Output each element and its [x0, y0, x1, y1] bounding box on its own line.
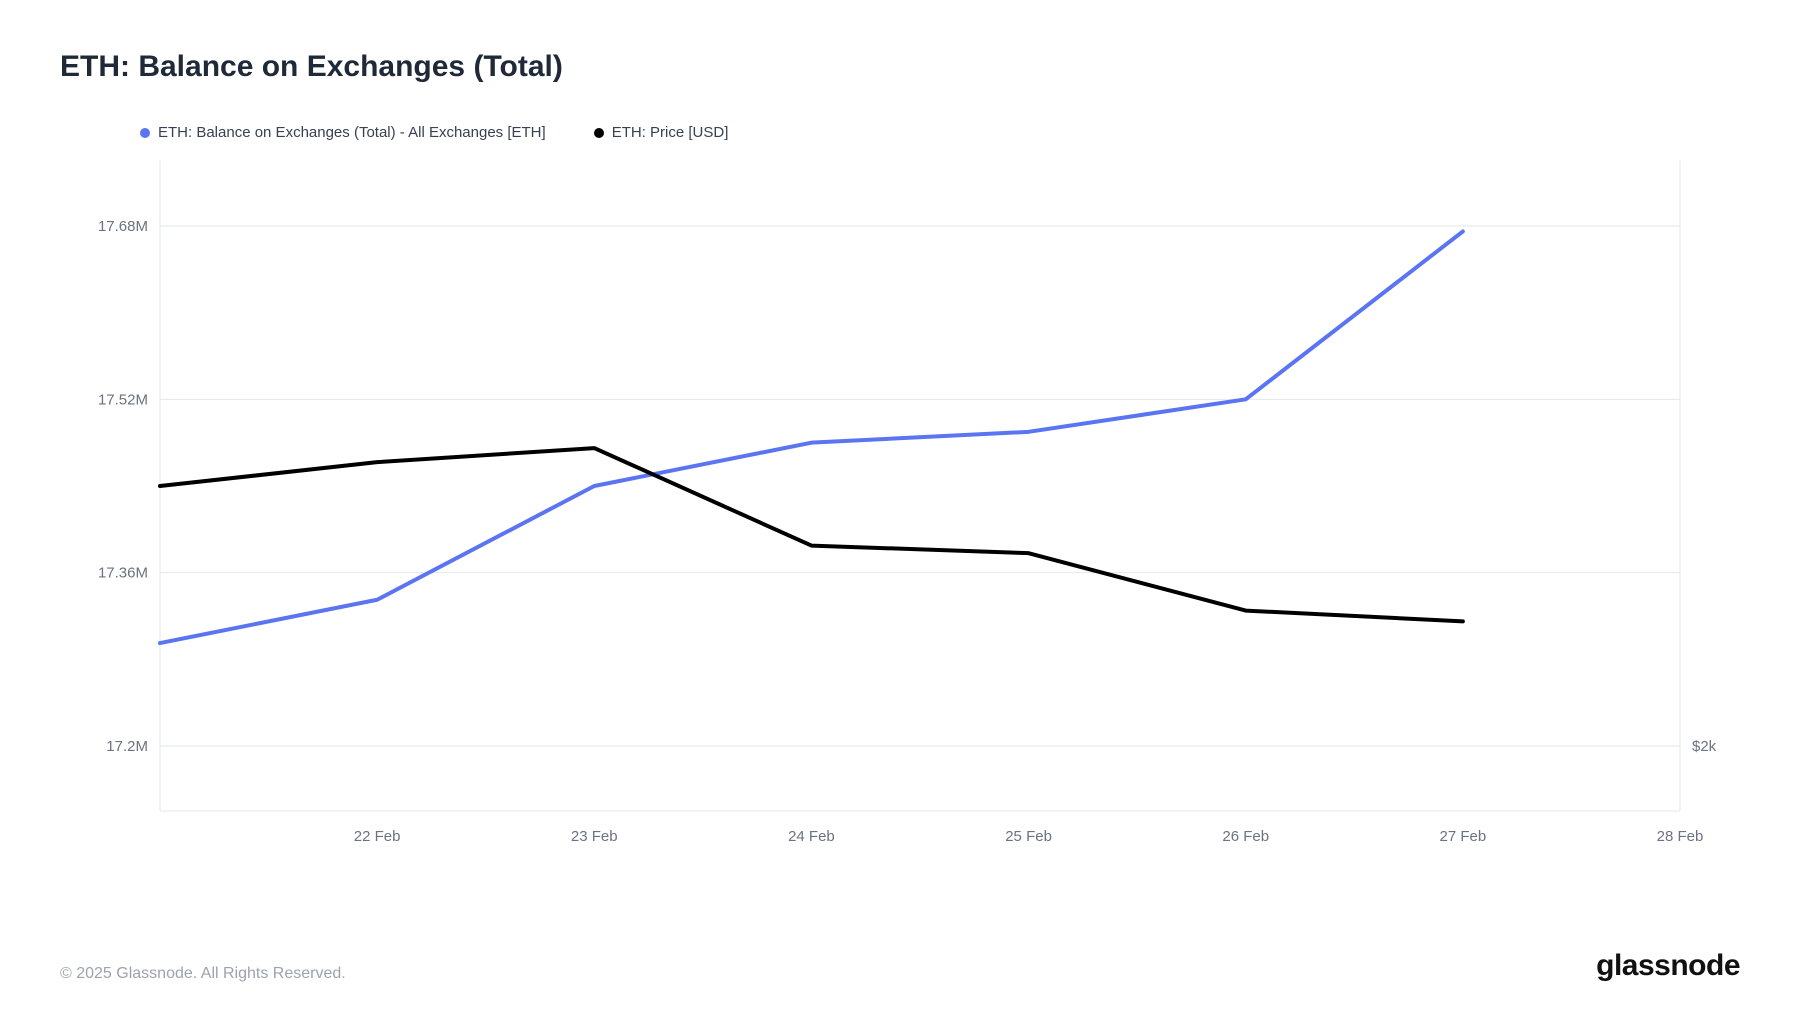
legend-dot-price: [594, 128, 604, 138]
y-left-tick-label: 17.36M: [98, 565, 148, 582]
legend-item-balance: ETH: Balance on Exchanges (Total) - All …: [140, 124, 546, 141]
copyright-text: © 2025 Glassnode. All Rights Reserved.: [60, 965, 346, 983]
y-left-tick-label: 17.68M: [98, 218, 148, 235]
legend-label-price: ETH: Price [USD]: [612, 124, 729, 141]
legend-label-balance: ETH: Balance on Exchanges (Total) - All …: [158, 124, 546, 141]
chart-area: 17.2M 17.36M 17.52M 17.68M 22 Feb 23 Feb 24 Fe…: [60, 151, 1740, 871]
x-tick-label: 24 Feb: [788, 828, 835, 845]
series-balance-line: [160, 231, 1463, 643]
x-tick-label: 28 Feb: [1657, 828, 1704, 845]
x-tick-label: 25 Feb: [1005, 828, 1052, 845]
x-tick-label: 26 Feb: [1222, 828, 1269, 845]
chart-svg: 17.2M 17.36M 17.52M 17.68M 22 Feb 23 Feb 24 Fe…: [60, 151, 1740, 871]
x-tick-label: 23 Feb: [571, 828, 618, 845]
x-tick-label: 22 Feb: [354, 828, 401, 845]
legend: ETH: Balance on Exchanges (Total) - All …: [140, 124, 1740, 141]
chart-title: ETH: Balance on Exchanges (Total): [60, 50, 1740, 84]
series-price-line: [160, 448, 1463, 621]
x-tick-label: 27 Feb: [1440, 828, 1487, 845]
y-right-tick-label: $2k: [1692, 738, 1717, 755]
y-left-tick-label: 17.52M: [98, 391, 148, 408]
legend-item-price: ETH: Price [USD]: [594, 124, 729, 141]
legend-dot-balance: [140, 128, 150, 138]
brand-logo: glassnode: [1596, 949, 1740, 983]
y-left-tick-label: 17.2M: [106, 738, 148, 755]
